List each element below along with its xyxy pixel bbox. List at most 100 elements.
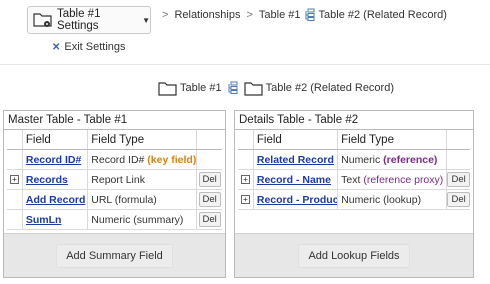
field-type-text: Numeric (341, 153, 381, 166)
delete-cell (447, 150, 470, 169)
field-type-cell: Record ID# (key field) (88, 150, 198, 169)
field-type-cell: URL (formula) (88, 190, 198, 209)
column-header-field-type: Field Type (88, 130, 198, 149)
field-type-text: Text (341, 173, 361, 186)
expand-plus-icon[interactable]: + (240, 175, 250, 184)
relationship-icon (226, 81, 240, 95)
field-link-record-id[interactable]: Record ID# (26, 154, 81, 166)
exit-settings-label: Exit Settings (64, 41, 126, 53)
expand-cell (7, 210, 23, 229)
table-settings-icon (33, 12, 53, 28)
field-cell: Record - Product (254, 190, 339, 209)
delete-column-header (447, 130, 470, 149)
delete-cell: Del (197, 190, 222, 209)
delete-button[interactable]: Del (447, 192, 470, 207)
table-header-row: Field Field Type (7, 130, 222, 150)
master-table-panel: Master Table - Table #1 Field Field Type… (3, 110, 226, 278)
details-panel-footer: Add Lookup Fields (235, 233, 473, 277)
table-row: + Record - Name Text (reference proxy) D… (238, 170, 470, 190)
table-row: Record ID# Record ID# (key field) (7, 150, 222, 170)
details-table-panel: Details Table - Table #2 Field Field Typ… (234, 110, 474, 278)
field-link-records[interactable]: Records (26, 174, 68, 186)
field-type-cell: Numeric (summary) (88, 210, 198, 229)
breadcrumb-relationships[interactable]: Relationships (174, 9, 240, 21)
folder-icon (243, 80, 264, 96)
delete-button[interactable]: Del (447, 172, 470, 187)
field-type-text: Numeric (lookup) (341, 193, 422, 206)
field-cell: Add Record (23, 190, 89, 209)
expand-plus-icon[interactable]: + (9, 175, 19, 184)
expand-plus-icon[interactable]: + (240, 195, 250, 204)
field-cell: Related Record (254, 150, 339, 169)
delete-cell: Del (197, 210, 222, 229)
relationship-header: Table #1 Table #2 (Related Record) (158, 80, 394, 96)
details-panel-title: Details Table - Table #2 (235, 111, 473, 130)
table-row: Add Record URL (formula) Del (7, 190, 222, 210)
field-type-text: URL (formula) (91, 193, 157, 206)
field-type-text: Numeric (summary) (91, 213, 184, 226)
breadcrumb-table2[interactable]: Table #2 (Related Record) (319, 9, 447, 21)
breadcrumb-separator-icon: > (246, 9, 253, 21)
field-link-related-record[interactable]: Related Record (257, 154, 334, 166)
breadcrumb-table1[interactable]: Table #1 (259, 9, 301, 21)
delete-cell: Del (197, 170, 222, 189)
field-cell: Record ID# (23, 150, 89, 169)
field-cell: SumLn (23, 210, 89, 229)
breadcrumb: > Relationships > Table #1 Table #2 (Rel… (156, 8, 447, 22)
delete-cell: Del (447, 170, 470, 189)
field-link-record-product[interactable]: Record - Product (257, 194, 337, 206)
column-header-field-type: Field Type (338, 130, 448, 149)
field-cell: Records (23, 170, 89, 189)
reference-proxy-note: (reference proxy) (363, 173, 444, 186)
top-bar: Table #1 Settings ▼ > Relationships > Ta… (0, 0, 490, 62)
breadcrumb-separator-icon: > (162, 9, 169, 21)
expand-cell: + (238, 190, 254, 209)
table-row: + Record - Product Numeric (lookup) Del (238, 190, 470, 210)
field-link-add-record[interactable]: Add Record (26, 194, 86, 206)
exit-settings-button[interactable]: ✕ Exit Settings (52, 41, 126, 53)
delete-column-header (197, 130, 222, 149)
field-type-cell: Numeric (reference) (338, 150, 448, 169)
add-summary-field-button[interactable]: Add Summary Field (56, 243, 173, 268)
expand-cell (7, 150, 23, 169)
delete-button[interactable]: Del (198, 172, 221, 187)
relationship-master-label: Table #1 (180, 82, 222, 94)
field-type-cell: Numeric (lookup) (338, 190, 448, 209)
expand-cell: + (238, 170, 254, 189)
add-lookup-fields-button[interactable]: Add Lookup Fields (298, 243, 410, 268)
field-type-text: Record ID# (91, 153, 145, 166)
delete-cell: Del (447, 190, 470, 209)
expand-column-header (7, 130, 23, 149)
field-cell: Record - Name (254, 170, 339, 189)
table-row: + Records Report Link Del (7, 170, 222, 190)
relationship-icon (303, 8, 317, 22)
table-row: SumLn Numeric (summary) Del (7, 210, 222, 230)
table-settings-button[interactable]: Table #1 Settings ▼ (27, 6, 151, 34)
header-divider (0, 64, 490, 65)
field-type-cell: Text (reference proxy) (338, 170, 448, 189)
field-type-cell: Report Link (88, 170, 198, 189)
master-panel-footer: Add Summary Field (4, 233, 225, 277)
expand-cell: + (7, 170, 23, 189)
table-header-row: Field Field Type (238, 130, 470, 150)
field-link-sumln[interactable]: SumLn (26, 214, 62, 226)
close-icon: ✕ (52, 41, 61, 53)
reference-note: (reference) (383, 153, 438, 166)
delete-button[interactable]: Del (198, 192, 221, 207)
field-link-record-name[interactable]: Record - Name (257, 174, 331, 186)
field-type-text: Report Link (91, 173, 145, 186)
relationship-details-label: Table #2 (Related Record) (265, 82, 394, 94)
delete-button[interactable]: Del (198, 212, 221, 227)
expand-cell (7, 190, 23, 209)
folder-icon (158, 80, 178, 96)
table-row: Related Record Numeric (reference) (238, 150, 470, 170)
table-settings-label: Table #1 Settings (57, 8, 101, 32)
expand-column-header (238, 130, 254, 149)
column-header-field: Field (23, 130, 89, 149)
chevron-down-icon: ▼ (142, 15, 150, 25)
delete-cell (197, 150, 222, 169)
expand-cell (238, 150, 254, 169)
column-header-field: Field (254, 130, 339, 149)
master-panel-title: Master Table - Table #1 (4, 111, 225, 130)
key-field-note: (key field) (147, 153, 197, 166)
